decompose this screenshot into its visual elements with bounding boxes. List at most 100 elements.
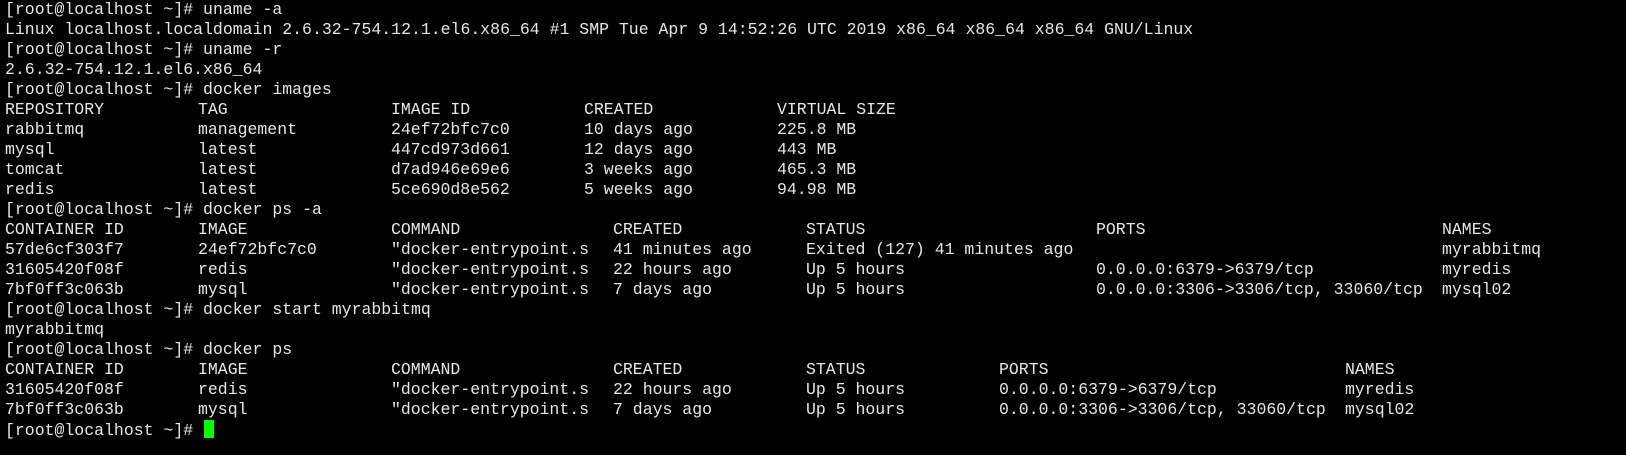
image-id-cell: 447cd973d661 xyxy=(391,140,510,159)
created-cell: 12 days ago xyxy=(584,140,693,159)
status-cell: Up 5 hours xyxy=(806,380,906,399)
image-cell: mysql xyxy=(198,400,248,419)
command-text: docker ps -a xyxy=(203,200,322,219)
images-table-row: redis latest 5ce690d8e562 5 weeks ago 94.98 … xyxy=(5,180,1626,200)
command-cell: "docker-entrypoint.s xyxy=(391,240,590,259)
output-line: 2.6.32-754.12.1.el6.x86_64 xyxy=(5,60,1626,80)
command-line: [root@localhost ~]# docker ps xyxy=(5,340,1626,360)
images-table-row: mysql latest 447cd973d661 12 days ago 443 MB xyxy=(5,140,1626,160)
image-cell: IMAGE xyxy=(198,220,248,239)
output-text: Linux localhost.localdomain 2.6.32-754.1… xyxy=(5,20,1194,39)
ports-cell: 0.0.0.0:6379->6379/tcp xyxy=(1096,260,1314,279)
status-cell: STATUS xyxy=(806,220,866,239)
image-id-cell: 24ef72bfc7c0 xyxy=(391,120,510,139)
ports-cell: PORTS xyxy=(1096,220,1146,239)
names-cell: mysql02 xyxy=(1442,280,1512,299)
tag-cell: latest xyxy=(198,180,258,199)
command-text: docker ps xyxy=(203,340,293,359)
output-text: 2.6.32-754.12.1.el6.x86_64 xyxy=(5,60,263,79)
output-line: myrabbitmq xyxy=(5,320,1626,340)
created-cell: 41 minutes ago xyxy=(613,240,752,259)
tag-cell: TAG xyxy=(198,100,228,119)
created-cell: CREATED xyxy=(613,360,683,379)
created-cell: 7 days ago xyxy=(613,280,713,299)
names-cell: myredis xyxy=(1442,260,1512,279)
command-cell: "docker-entrypoint.s xyxy=(391,400,590,419)
image-cell: 24ef72bfc7c0 xyxy=(198,240,317,259)
ports-cell: 0.0.0.0:6379->6379/tcp xyxy=(999,380,1217,399)
command-cell: "docker-entrypoint.s xyxy=(391,260,590,279)
created-cell: 3 weeks ago xyxy=(584,160,693,179)
image-cell: mysql xyxy=(198,280,248,299)
terminal-window[interactable]: [root@localhost ~]# uname -a Linux localh… xyxy=(0,0,1626,455)
repository-cell: redis xyxy=(5,180,55,199)
shell-prompt: [root@localhost ~]# xyxy=(5,80,194,99)
ports-cell: 0.0.0.0:3306->3306/tcp, 33060/tcp xyxy=(999,400,1326,419)
command-text: uname -a xyxy=(203,0,283,19)
command-cell: "docker-entrypoint.s xyxy=(391,280,590,299)
image-id-cell: IMAGE ID xyxy=(391,100,471,119)
command-cell: COMMAND xyxy=(391,220,461,239)
image-cell: IMAGE xyxy=(198,360,248,379)
created-cell: 7 days ago xyxy=(613,400,713,419)
image-cell: redis xyxy=(198,260,248,279)
text-cursor xyxy=(204,420,215,438)
virtual-size-cell: VIRTUAL SIZE xyxy=(777,100,896,119)
container-id-cell: 7bf0ff3c063b xyxy=(5,400,124,419)
ps-table-row: 7bf0ff3c063b mysql "docker-entrypoint.s 7 d… xyxy=(5,400,1626,420)
virtual-size-cell: 443 MB xyxy=(777,140,837,159)
names-cell: myredis xyxy=(1345,380,1415,399)
created-cell: CREATED xyxy=(584,100,654,119)
ps-table-row: 31605420f08f redis "docker-entrypoint.s 22 … xyxy=(5,380,1626,400)
status-cell: Exited (127) 41 minutes ago xyxy=(806,240,1074,259)
created-cell: 22 hours ago xyxy=(613,380,732,399)
status-cell: Up 5 hours xyxy=(806,280,906,299)
shell-prompt: [root@localhost ~]# xyxy=(5,0,194,19)
images-table-row: tomcat latest d7ad946e69e6 3 weeks ago 465.3… xyxy=(5,160,1626,180)
status-cell: Up 5 hours xyxy=(806,400,906,419)
container-id-cell: CONTAINER ID xyxy=(5,220,124,239)
tag-cell: latest xyxy=(198,140,258,159)
image-id-cell: d7ad946e69e6 xyxy=(391,160,510,179)
names-cell: myrabbitmq xyxy=(1442,240,1542,259)
command-line: [root@localhost ~]# docker images xyxy=(5,80,1626,100)
command-line: [root@localhost ~]# uname -a xyxy=(5,0,1626,20)
output-line: Linux localhost.localdomain 2.6.32-754.1… xyxy=(5,20,1626,40)
command-line: [root@localhost ~]# uname -r xyxy=(5,40,1626,60)
command-line: [root@localhost ~]# docker start myrabbi… xyxy=(5,300,1626,320)
ps-all-table-row: 31605420f08f redis "docker-entrypoint.s 22 … xyxy=(5,260,1626,280)
names-cell: NAMES xyxy=(1442,220,1492,239)
image-cell: redis xyxy=(198,380,248,399)
virtual-size-cell: 94.98 MB xyxy=(777,180,857,199)
repository-cell: rabbitmq xyxy=(5,120,85,139)
ps-all-table-row: 57de6cf303f7 24ef72bfc7c0 "docker-entrypoi… xyxy=(5,240,1626,260)
images-table-row: rabbitmq management 24ef72bfc7c0 10 days ag… xyxy=(5,120,1626,140)
container-id-cell: 31605420f08f xyxy=(5,380,124,399)
command-cell: COMMAND xyxy=(391,360,461,379)
command-text: docker start myrabbitmq xyxy=(203,300,431,319)
command-text: uname -r xyxy=(203,40,283,59)
tag-cell: latest xyxy=(198,160,258,179)
container-id-cell: CONTAINER ID xyxy=(5,360,124,379)
created-cell: 22 hours ago xyxy=(613,260,732,279)
output-text: myrabbitmq xyxy=(5,320,105,339)
ports-cell: 0.0.0.0:3306->3306/tcp, 33060/tcp xyxy=(1096,280,1423,299)
names-cell: NAMES xyxy=(1345,360,1395,379)
virtual-size-cell: 225.8 MB xyxy=(777,120,857,139)
ps-all-table-row: CONTAINER ID IMAGE COMMAND CREATED STATUS POR… xyxy=(5,220,1626,240)
names-cell: mysql02 xyxy=(1345,400,1415,419)
status-cell: Up 5 hours xyxy=(806,260,906,279)
created-cell: 5 weeks ago xyxy=(584,180,693,199)
container-id-cell: 31605420f08f xyxy=(5,260,124,279)
command-cell: "docker-entrypoint.s xyxy=(391,380,590,399)
tag-cell: management xyxy=(198,120,298,139)
created-cell: 10 days ago xyxy=(584,120,693,139)
shell-prompt: [root@localhost ~]# xyxy=(5,300,194,319)
images-table-row: REPOSITORY TAG IMAGE ID CREATED VIRTUAL SIZE xyxy=(5,100,1626,120)
container-id-cell: 7bf0ff3c063b xyxy=(5,280,124,299)
container-id-cell: 57de6cf303f7 xyxy=(5,240,124,259)
command-text: docker images xyxy=(203,80,332,99)
virtual-size-cell: 465.3 MB xyxy=(777,160,857,179)
shell-prompt: [root@localhost ~]# xyxy=(5,340,194,359)
active-prompt-line: [root@localhost ~]# xyxy=(5,420,1626,440)
